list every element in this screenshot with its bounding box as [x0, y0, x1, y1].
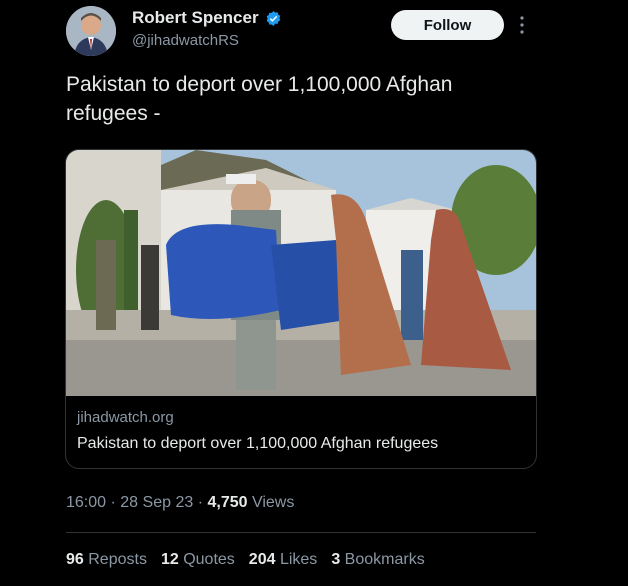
reposts-label: Reposts [88, 551, 147, 568]
likes-count: 204 [248, 551, 276, 568]
author-handle[interactable]: @jihadwatchRS [132, 32, 239, 49]
follow-button[interactable]: Follow [391, 10, 504, 40]
quotes-count: 12 [160, 551, 179, 568]
author-name[interactable]: Robert Spencer [132, 8, 259, 28]
quotes-stat[interactable]: 12 Quotes [161, 551, 235, 569]
bookmarks-label: Bookmarks [344, 551, 425, 568]
reposts-stat[interactable]: 96 Reposts [66, 551, 147, 569]
meta-separator: · [110, 494, 121, 511]
likes-label: Likes [279, 551, 318, 568]
bookmarks-count: 3 [331, 551, 341, 568]
card-image[interactable] [66, 150, 536, 396]
divider [66, 532, 536, 533]
tweet-meta: 16:00 · 28 Sep 23 · 4,750 Views [66, 494, 294, 512]
link-card[interactable]: jihadwatch.org Pakistan to deport over 1… [65, 149, 537, 469]
tweet-date[interactable]: 28 Sep 23 [120, 494, 193, 511]
bookmarks-stat[interactable]: 3 Bookmarks [331, 551, 424, 569]
views-label: Views [251, 494, 295, 511]
more-options-icon[interactable] [517, 14, 527, 36]
reposts-count: 96 [66, 551, 84, 568]
likes-stat[interactable]: 204 Likes [249, 551, 318, 569]
views-count: 4,750 [207, 494, 248, 511]
quotes-label: Quotes [183, 551, 235, 568]
card-domain: jihadwatch.org [77, 409, 174, 426]
tweet-time[interactable]: 16:00 [66, 494, 106, 511]
card-title: Pakistan to deport over 1,100,000 Afghan… [77, 435, 439, 452]
tweet-text: Pakistan to deport over 1,100,000 Afghan… [66, 73, 453, 125]
avatar[interactable] [66, 6, 116, 56]
author-name-row: Robert Spencer [132, 8, 282, 28]
meta-separator: · [197, 494, 208, 511]
verified-badge-icon [266, 10, 280, 26]
engagement-stats: 96 Reposts 12 Quotes 204 Likes 3 Bookmar… [66, 551, 425, 569]
